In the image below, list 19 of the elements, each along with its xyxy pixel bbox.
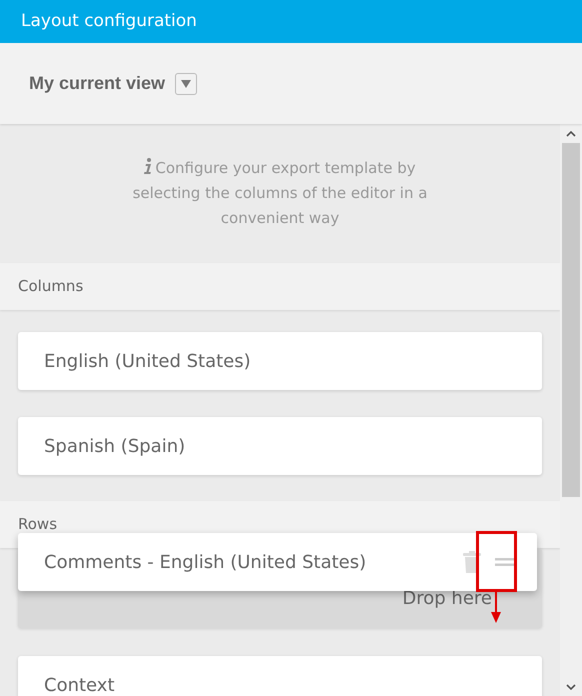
- scrollbar-thumb[interactable]: [562, 143, 580, 497]
- arrow-drawing: [489, 592, 503, 624]
- info-text: Configure your export template by selecting the columns of the editor in a convenient way: [132, 157, 428, 229]
- dragged-item-label: Comments - English (United States): [44, 550, 368, 574]
- list-item[interactable]: Spanish (Spain): [18, 417, 542, 475]
- window-title: Layout configuration: [21, 10, 197, 33]
- caret-down-icon: [181, 80, 192, 88]
- info-icon: [144, 158, 152, 174]
- drag-handle-icon[interactable]: [495, 558, 517, 566]
- trash-icon[interactable]: [463, 551, 481, 573]
- view-title: My current view: [29, 72, 166, 95]
- scrollbar[interactable]: [560, 124, 582, 696]
- dragged-item[interactable]: Comments - English (United States): [18, 533, 537, 591]
- list-item[interactable]: Context: [18, 656, 542, 696]
- section-title: Rows: [18, 514, 58, 536]
- highlight-box: [476, 531, 517, 592]
- section-title: Columns: [18, 276, 84, 298]
- list-item[interactable]: English (United States): [18, 332, 542, 390]
- dropdown-button[interactable]: [175, 72, 198, 94]
